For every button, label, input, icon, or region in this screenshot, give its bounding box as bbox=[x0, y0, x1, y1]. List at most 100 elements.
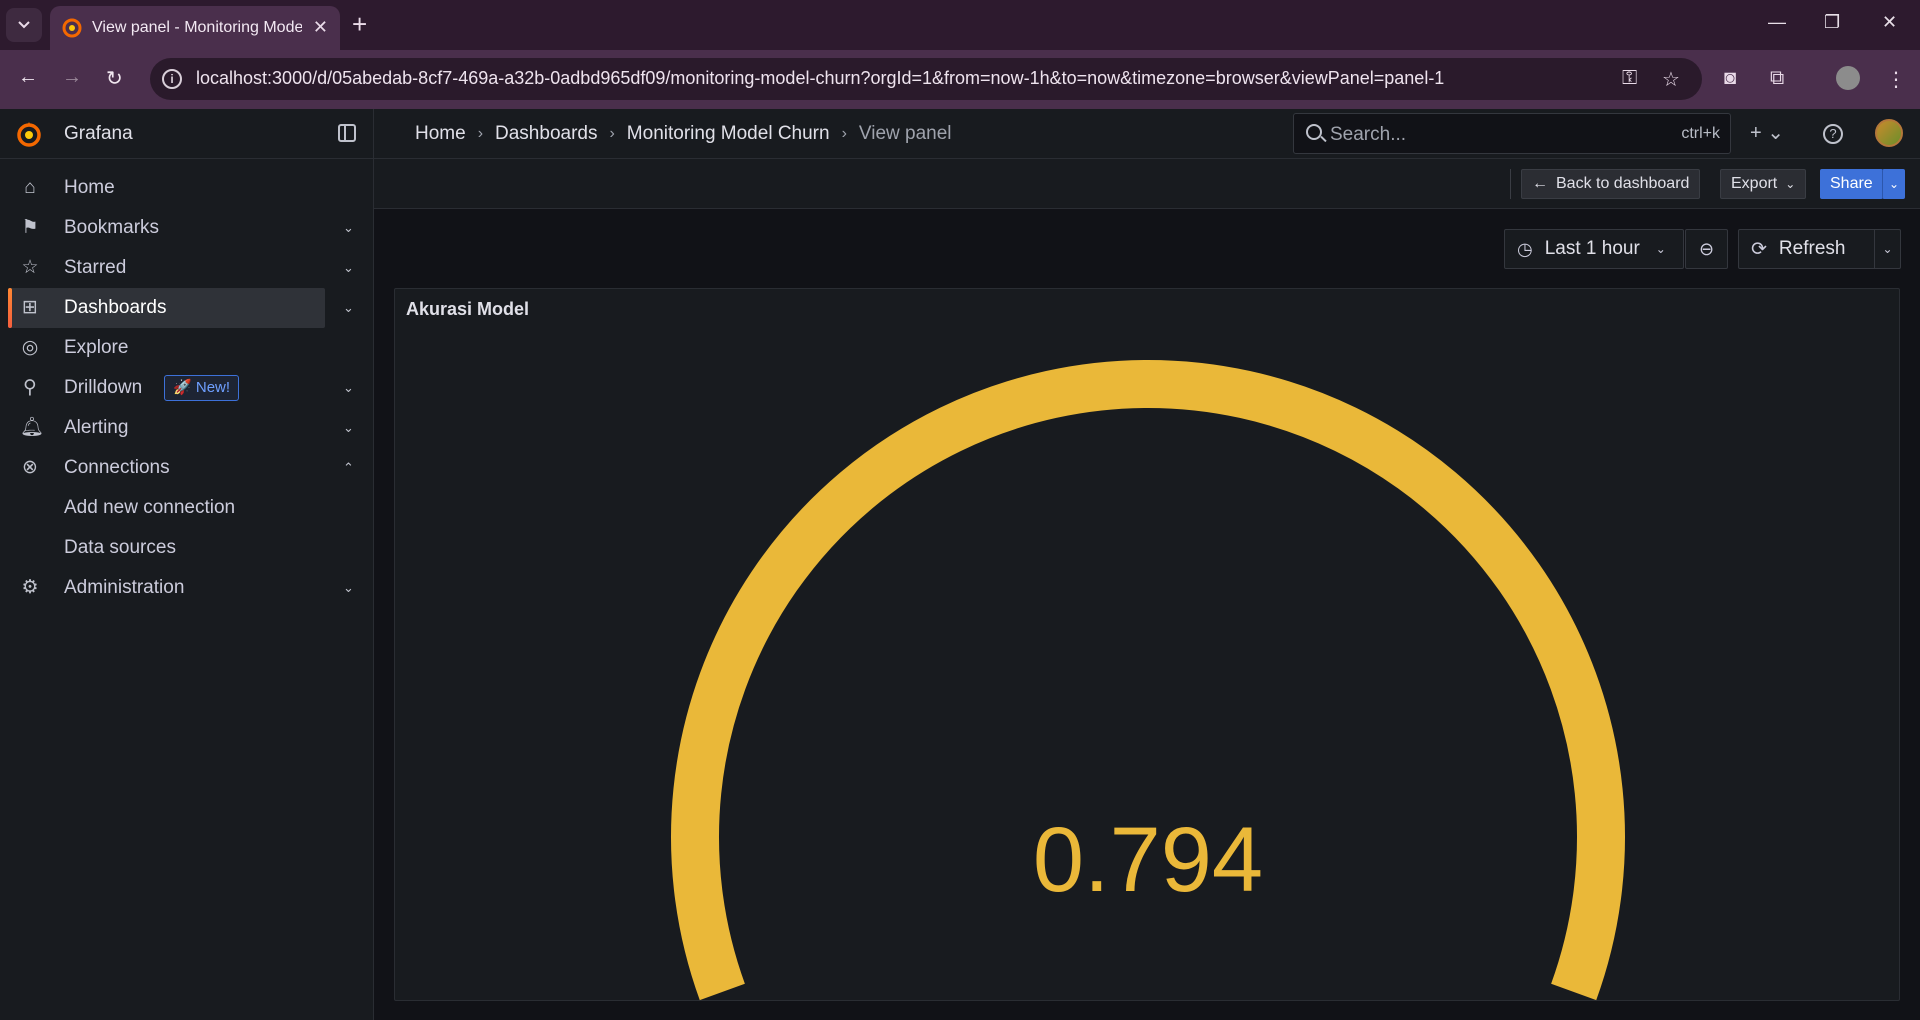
zoom-out-button[interactable]: ⊖ bbox=[1685, 229, 1728, 269]
forward-icon[interactable]: → bbox=[62, 66, 82, 89]
browser-menu-icon[interactable]: ⋮ bbox=[1886, 67, 1906, 92]
chevron-down-icon: ⌄ bbox=[1889, 177, 1900, 191]
restore-icon[interactable]: ❐ bbox=[1824, 12, 1840, 33]
grafana-logo-icon[interactable] bbox=[16, 120, 42, 148]
chevron-right-icon: › bbox=[841, 125, 847, 142]
time-range-label: Last 1 hour bbox=[1544, 238, 1640, 259]
sidebar-item-label: Connections bbox=[64, 457, 170, 478]
chevron-down-icon: ⌄ bbox=[1655, 242, 1666, 256]
breadcrumb-home[interactable]: Home bbox=[415, 123, 466, 145]
breadcrumb-dashboards[interactable]: Dashboards bbox=[495, 123, 597, 145]
refresh-button[interactable]: ⟳ Refresh bbox=[1738, 229, 1875, 269]
search-input[interactable]: Search... ctrl+k bbox=[1293, 113, 1731, 154]
sidebar-item-administration[interactable]: ⚙ Administration ⌄ bbox=[0, 568, 373, 608]
chevron-down-icon[interactable]: ⌄ bbox=[343, 420, 354, 436]
bell-icon: 🔔︎ bbox=[20, 417, 45, 438]
close-window-icon[interactable]: ✕ bbox=[1882, 12, 1897, 33]
sidebar-item-add-new-connection[interactable]: Add new connection bbox=[0, 488, 373, 528]
breadcrumb-dashboard[interactable]: Monitoring Model Churn bbox=[627, 123, 830, 145]
chevron-down-icon[interactable]: ⌄ bbox=[343, 580, 354, 596]
chevron-down-icon[interactable]: ⌄ bbox=[343, 260, 354, 276]
compass-icon: ◎ bbox=[21, 337, 39, 358]
chevron-down-icon[interactable]: ⌄ bbox=[343, 220, 354, 236]
sidebar-item-label: Data sources bbox=[64, 537, 176, 558]
sidebar-item-explore[interactable]: ◎ Explore bbox=[0, 328, 373, 368]
reload-icon[interactable]: ↻ bbox=[106, 66, 123, 91]
new-badge: 🚀 New! bbox=[164, 375, 240, 401]
tab-search-button[interactable] bbox=[6, 8, 42, 42]
sidebar-item-data-sources[interactable]: Data sources bbox=[0, 528, 373, 568]
key-icon[interactable]: ⚿ bbox=[1622, 67, 1637, 90]
search-placeholder: Search... bbox=[1330, 124, 1407, 145]
add-new-icon[interactable]: + ⌄ bbox=[1750, 120, 1784, 145]
profile-avatar[interactable] bbox=[1836, 66, 1860, 90]
sidebar-item-label: Alerting bbox=[64, 417, 129, 438]
zoom-out-icon: ⊖ bbox=[1698, 238, 1715, 259]
chevron-up-icon[interactable]: ⌃ bbox=[343, 460, 354, 476]
sidebar-item-label: Administration bbox=[64, 577, 185, 598]
chevron-down-icon bbox=[18, 21, 30, 29]
search-icon bbox=[1306, 124, 1322, 140]
sidebar: ⌂ Home ⚑ Bookmarks ⌄ ☆ Starred ⌄ ⊞ Dashb… bbox=[0, 159, 373, 1020]
sidebar-item-label: Bookmarks bbox=[64, 217, 160, 238]
camera-icon[interactable]: ◙ bbox=[1724, 67, 1736, 90]
close-tab-icon[interactable]: ✕ bbox=[313, 17, 328, 38]
site-info-icon[interactable]: i bbox=[162, 69, 182, 89]
bookmark-star-icon[interactable]: ☆ bbox=[1662, 67, 1680, 92]
tab-title: View panel - Monitoring Model Churn bbox=[92, 19, 302, 36]
arrow-left-icon: ← bbox=[1532, 175, 1548, 192]
sidebar-item-label: Explore bbox=[64, 337, 129, 358]
chevron-down-icon: ⌄ bbox=[1882, 242, 1893, 256]
sidebar-item-bookmarks[interactable]: ⚑ Bookmarks ⌄ bbox=[0, 208, 373, 248]
export-label: Export bbox=[1731, 175, 1778, 192]
grafana-brand[interactable]: Grafana bbox=[64, 123, 133, 145]
star-icon: ☆ bbox=[21, 257, 39, 278]
chevron-right-icon: › bbox=[609, 125, 615, 142]
minimize-icon[interactable]: — bbox=[1768, 12, 1786, 33]
back-to-dashboard-button[interactable]: ← Back to dashboard bbox=[1521, 169, 1701, 199]
share-label: Share bbox=[1830, 175, 1873, 192]
back-to-dashboard-label: Back to dashboard bbox=[1556, 175, 1690, 192]
new-tab-icon[interactable]: + bbox=[352, 10, 367, 38]
search-shortcut: ctrl+k bbox=[1681, 125, 1720, 142]
share-dropdown-button[interactable]: ⌄ bbox=[1882, 169, 1906, 199]
gauge-panel: Akurasi Model 0.794 bbox=[394, 288, 1900, 1001]
time-range-picker[interactable]: ◷ Last 1 hour ⌄ bbox=[1504, 229, 1684, 269]
gauge-value: 0.794 bbox=[1033, 809, 1263, 911]
help-icon[interactable]: ? bbox=[1823, 124, 1843, 144]
refresh-icon: ⟳ bbox=[1751, 238, 1767, 260]
chevron-down-icon[interactable]: ⌄ bbox=[343, 300, 354, 316]
drilldown-icon: ⚲ bbox=[23, 377, 37, 398]
connections-icon: ⊗ bbox=[22, 457, 38, 478]
refresh-interval-dropdown[interactable]: ⌄ bbox=[1875, 229, 1901, 269]
grafana-favicon-icon bbox=[62, 18, 82, 38]
sidebar-item-label: Add new connection bbox=[64, 497, 236, 518]
dock-menu-icon[interactable] bbox=[338, 124, 356, 142]
sidebar-item-connections[interactable]: ⊗ Connections ⌃ bbox=[0, 448, 373, 488]
sidebar-item-label: Dashboards bbox=[64, 297, 167, 318]
gauge-chart: 0.794 bbox=[671, 360, 1625, 1001]
sidebar-item-starred[interactable]: ☆ Starred ⌄ bbox=[0, 248, 373, 288]
new-badge-label: New! bbox=[195, 379, 231, 396]
home-icon: ⌂ bbox=[24, 177, 36, 198]
active-indicator bbox=[8, 288, 12, 328]
url-text[interactable]: localhost:3000/d/05abedab-8cf7-469a-a32b… bbox=[196, 68, 1444, 89]
sidebar-item-dashboards[interactable]: ⊞ Dashboards ⌄ bbox=[0, 288, 373, 328]
extensions-icon[interactable]: ⧉ bbox=[1770, 67, 1784, 90]
sidebar-item-alerting[interactable]: 🔔︎ Alerting ⌄ bbox=[0, 408, 373, 448]
chevron-down-icon[interactable]: ⌄ bbox=[343, 380, 354, 396]
sidebar-item-drilldown[interactable]: ⚲ Drilldown 🚀 New! ⌄ bbox=[0, 368, 373, 408]
export-button[interactable]: Export ⌄ bbox=[1720, 169, 1807, 199]
user-avatar[interactable] bbox=[1875, 119, 1903, 147]
sidebar-item-label: Starred bbox=[64, 257, 127, 278]
apps-grid-icon: ⊞ bbox=[22, 297, 38, 318]
back-icon[interactable]: ← bbox=[18, 66, 38, 89]
browser-tab-active[interactable]: View panel - Monitoring Model Churn ✕ bbox=[50, 6, 340, 50]
share-button[interactable]: Share bbox=[1820, 169, 1883, 199]
bookmark-icon: ⚑ bbox=[21, 217, 39, 238]
active-highlight bbox=[8, 288, 325, 328]
refresh-label: Refresh bbox=[1778, 238, 1846, 259]
sidebar-item-home[interactable]: ⌂ Home bbox=[0, 168, 373, 208]
breadcrumb-current: View panel bbox=[858, 123, 952, 144]
sidebar-item-label: Drilldown bbox=[64, 377, 143, 398]
